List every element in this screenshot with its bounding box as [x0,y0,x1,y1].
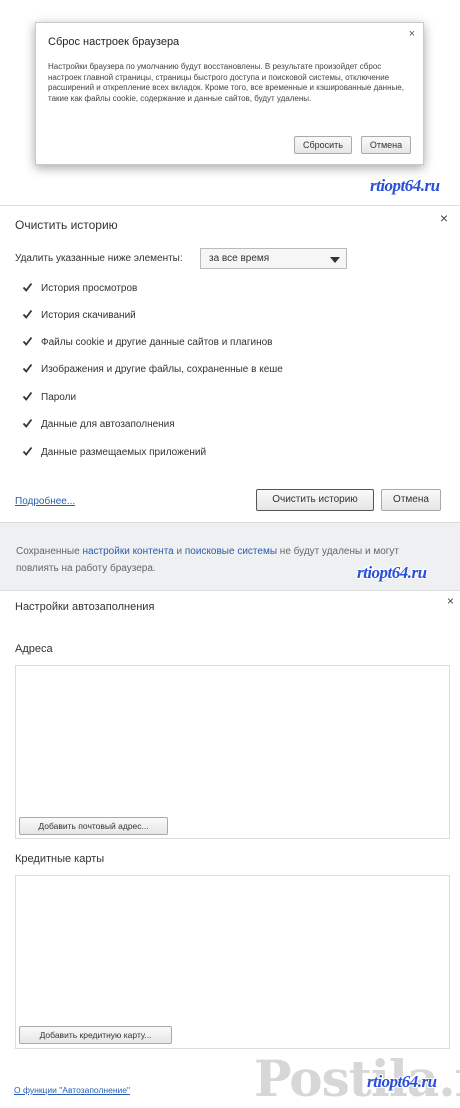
credit-cards-list[interactable]: Добавить кредитную карту... [15,875,450,1049]
dialog-footer: Сохраненные настройки контента и поисков… [0,522,460,591]
checkbox-label: Изображения и другие файлы, сохраненные … [41,364,283,376]
watermark: rtiopt64.ru [367,1072,437,1091]
cancel-button[interactable]: Отмена [381,489,441,511]
checkbox-label: Файлы cookie и другие данные сайтов и пл… [41,337,273,349]
more-info-link[interactable]: Подробнее... [15,496,75,507]
checkbox-row[interactable]: Данные размещаемых приложений [22,446,207,459]
addresses-list[interactable]: Добавить почтовый адрес... [15,665,450,839]
footer-note: Сохраненные настройки контента и поисков… [16,543,416,577]
footer-text: Сохраненные [16,546,83,557]
delete-items-label: Удалить указанные ниже элементы: [15,253,183,264]
checkbox-row[interactable]: Изображения и другие файлы, сохраненные … [22,363,283,376]
checkbox-row[interactable]: Данные для автозаполнения [22,418,175,431]
close-icon[interactable]: × [447,594,454,608]
watermark: rtiopt64.ru [357,563,427,582]
watermark: rtiopt64.ru [370,176,440,195]
add-card-button[interactable]: Добавить кредитную карту... [19,1026,172,1044]
checkbox-row[interactable]: Файлы cookie и другие данные сайтов и пл… [22,336,273,349]
checkbox-checked-icon[interactable] [22,418,33,430]
clear-history-dialog: Очистить историю × Удалить указанные ниж… [0,205,460,591]
search-engines-link[interactable]: поисковые системы [185,546,277,557]
checkbox-checked-icon[interactable] [22,446,33,458]
reset-button[interactable]: Сбросить [294,136,352,154]
content-settings-link[interactable]: настройки контента [82,546,173,557]
dialog-title: Настройки автозаполнения [15,601,155,613]
checkbox-checked-icon[interactable] [22,391,33,403]
checkbox-label: Данные размещаемых приложений [41,447,207,459]
reset-dialog: Сброс настроек браузера × Настройки брау… [35,22,424,165]
addresses-label: Адреса [15,643,53,655]
checkbox-row[interactable]: История просмотров [22,282,138,295]
checkbox-checked-icon[interactable] [22,309,33,321]
checkbox-label: История просмотров [41,283,138,295]
credit-cards-label: Кредитные карты [15,853,105,865]
time-range-select[interactable]: за все время [200,248,347,269]
reset-dialog-text: Настройки браузера по умолчанию будут во… [48,62,404,103]
about-autofill-link[interactable]: О функции "Автозаполнение" [14,1085,130,1095]
checkbox-checked-icon[interactable] [22,363,33,375]
close-icon[interactable]: × [409,28,415,40]
close-icon[interactable]: × [440,210,448,226]
chevron-down-icon [330,257,340,263]
checkbox-checked-icon[interactable] [22,336,33,348]
checkbox-label: История скачиваний [41,310,136,322]
clear-history-button[interactable]: Очистить историю [256,489,374,511]
checkbox-row[interactable]: Пароли [22,391,77,404]
checkbox-row[interactable]: История скачиваний [22,309,136,322]
checkbox-checked-icon[interactable] [22,282,33,294]
reset-dialog-title: Сброс настроек браузера [48,36,180,48]
footer-text: и [173,546,185,557]
cancel-button[interactable]: Отмена [361,136,411,154]
checkbox-label: Данные для автозаполнения [41,419,175,431]
checkbox-label: Пароли [41,392,77,404]
time-range-value: за все время [209,253,270,264]
dialog-title: Очистить историю [15,218,118,232]
add-address-button[interactable]: Добавить почтовый адрес... [19,817,168,835]
autofill-dialog: Настройки автозаполнения × Адреса Добави… [0,590,460,1103]
